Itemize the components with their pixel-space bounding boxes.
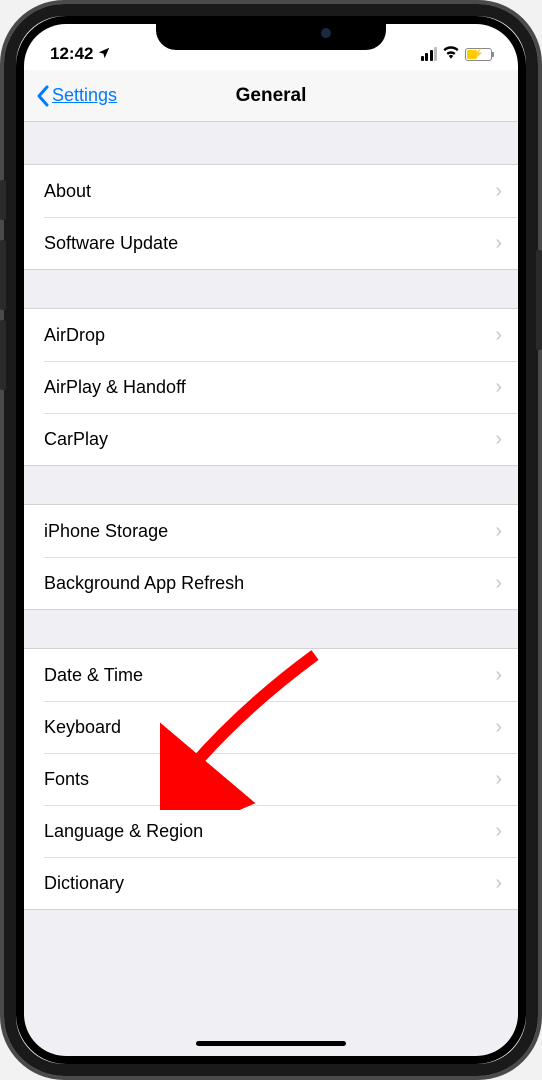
settings-content[interactable]: About › Software Update › AirDrop › AirP… [24,122,518,1056]
status-time: 12:42 [50,44,93,64]
item-label: CarPlay [44,429,108,450]
chevron-right-icon: › [495,664,502,687]
cellular-signal-icon [421,47,438,61]
settings-item-date-time[interactable]: Date & Time › [24,649,518,701]
chevron-right-icon: › [495,376,502,399]
settings-group-2: AirDrop › AirPlay & Handoff › CarPlay › [24,308,518,466]
item-label: Date & Time [44,665,143,686]
settings-item-language-region[interactable]: Language & Region › [24,805,518,857]
chevron-right-icon: › [495,520,502,543]
settings-item-software-update[interactable]: Software Update › [24,217,518,269]
chevron-right-icon: › [495,820,502,843]
screen: 12:42 ⚡ Settings General About [24,24,518,1056]
wifi-icon [442,44,460,64]
item-label: Dictionary [44,873,124,894]
status-bar: 12:42 ⚡ [24,24,518,70]
page-title: General [236,85,307,107]
chevron-right-icon: › [495,232,502,255]
item-label: AirDrop [44,325,105,346]
chevron-left-icon [36,85,49,107]
item-label: Software Update [44,233,178,254]
back-label: Settings [52,85,117,106]
item-label: About [44,181,91,202]
back-button[interactable]: Settings [36,85,117,107]
settings-item-iphone-storage[interactable]: iPhone Storage › [24,505,518,557]
chevron-right-icon: › [495,180,502,203]
location-services-icon [97,46,111,63]
settings-item-dictionary[interactable]: Dictionary › [24,857,518,909]
item-label: AirPlay & Handoff [44,377,186,398]
settings-group-3: iPhone Storage › Background App Refresh … [24,504,518,610]
settings-group-1: About › Software Update › [24,164,518,270]
home-indicator[interactable] [196,1041,346,1046]
chevron-right-icon: › [495,428,502,451]
item-label: Language & Region [44,821,203,842]
settings-group-4: Date & Time › Keyboard › Fonts › Languag… [24,648,518,910]
settings-item-keyboard[interactable]: Keyboard › [24,701,518,753]
settings-item-about[interactable]: About › [24,165,518,217]
chevron-right-icon: › [495,572,502,595]
settings-item-airplay-handoff[interactable]: AirPlay & Handoff › [24,361,518,413]
settings-item-carplay[interactable]: CarPlay › [24,413,518,465]
battery-icon: ⚡ [465,48,492,61]
chevron-right-icon: › [495,768,502,791]
item-label: Keyboard [44,717,121,738]
settings-item-fonts[interactable]: Fonts › [24,753,518,805]
navigation-bar: Settings General [24,70,518,122]
item-label: iPhone Storage [44,521,168,542]
chevron-right-icon: › [495,324,502,347]
settings-item-background-app-refresh[interactable]: Background App Refresh › [24,557,518,609]
item-label: Fonts [44,769,89,790]
chevron-right-icon: › [495,716,502,739]
settings-item-airdrop[interactable]: AirDrop › [24,309,518,361]
item-label: Background App Refresh [44,573,244,594]
chevron-right-icon: › [495,872,502,895]
